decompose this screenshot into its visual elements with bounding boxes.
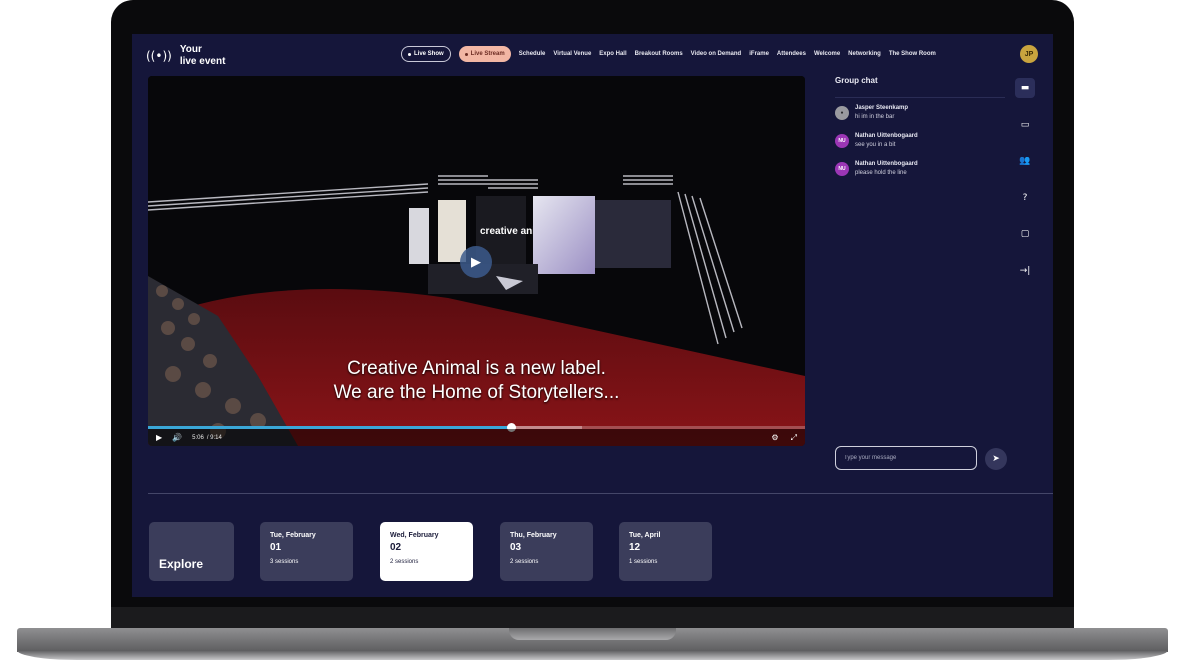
day-card[interactable]: Tue, February 01 3 sessions: [260, 522, 353, 581]
nav-breakout-rooms[interactable]: Breakout Rooms: [635, 51, 683, 57]
fullscreen-icon[interactable]: ⤢: [791, 433, 797, 443]
nav-iframe[interactable]: iFrame: [749, 51, 769, 57]
nav-pill-live-stream[interactable]: Live Stream: [458, 46, 511, 62]
user-avatar[interactable]: JP: [1020, 45, 1038, 63]
brand-logo[interactable]: ((•)) Your live event: [146, 44, 225, 68]
nav-welcome[interactable]: Welcome: [814, 51, 840, 57]
broadcast-icon: ((•)): [146, 49, 172, 63]
day-label: Thu, February: [510, 532, 557, 539]
chat-title: Group chat: [835, 76, 878, 85]
day-number: 03: [510, 542, 522, 553]
message-text: see you in a bit: [855, 142, 896, 148]
nav-virtual-venue[interactable]: Virtual Venue: [553, 51, 591, 57]
live-dot-icon: [464, 52, 468, 56]
day-label: Wed, February: [390, 532, 439, 539]
laptop-notch: [509, 628, 676, 640]
messages-icon[interactable]: ▭: [1015, 115, 1035, 135]
day-number: 02: [390, 542, 402, 553]
day-card[interactable]: Thu, February 03 2 sessions: [500, 522, 593, 581]
volume-icon[interactable]: 🔊: [172, 433, 182, 442]
play-icon: ▶: [471, 254, 481, 270]
video-player[interactable]: creative animal. ▶ Creative Animal is a …: [148, 76, 805, 446]
nav-video-on-demand[interactable]: Video on Demand: [691, 51, 742, 57]
subtitle-line-2: We are the Home of Storytellers...: [333, 382, 620, 403]
brand-line-1: Your: [179, 44, 202, 55]
nav-schedule[interactable]: Schedule: [519, 51, 546, 57]
message-author: Nathan Uittenbogaard: [855, 133, 918, 139]
chat-message: NU Nathan Uittenbogaard please hold the …: [835, 161, 918, 176]
nav-expo-hall[interactable]: Expo Hall: [599, 51, 626, 57]
live-dot-icon: [408, 52, 411, 56]
day-number: 01: [270, 542, 282, 553]
app-screen: ((•)) Your live event Live Show Live Str…: [132, 34, 1053, 597]
section-divider: [148, 493, 1053, 494]
settings-gear-icon[interactable]: ⚙: [771, 433, 778, 443]
calendar-icon[interactable]: ▢: [1015, 224, 1035, 244]
play-icon[interactable]: ▶: [156, 433, 162, 442]
chat-message-input[interactable]: [835, 446, 977, 470]
avatar: NU: [835, 134, 849, 148]
nav-the-show-room[interactable]: The Show Room: [889, 51, 936, 57]
nav-attendees[interactable]: Attendees: [777, 51, 806, 57]
explore-button[interactable]: Explore: [149, 522, 234, 581]
chat-message: ● Jasper Steenkamp hi im in the bar: [835, 105, 908, 120]
brand-line-2: live event: [179, 56, 226, 67]
avatar: NU: [835, 162, 849, 176]
day-sessions: 3 sessions: [270, 559, 299, 565]
collapse-icon[interactable]: →|: [1015, 261, 1035, 281]
nav-pill-label: Live Stream: [470, 51, 505, 57]
message-author: Jasper Steenkamp: [855, 105, 909, 111]
help-icon[interactable]: ?: [1015, 188, 1035, 208]
day-label: Tue, February: [270, 532, 316, 539]
chat-icon[interactable]: ▬: [1015, 78, 1035, 98]
day-card[interactable]: Tue, April 12 1 sessions: [619, 522, 712, 581]
nav-pill-label: Live Show: [414, 51, 444, 57]
day-sessions: 1 sessions: [629, 559, 658, 565]
chat-divider: [835, 97, 1005, 98]
day-sessions: 2 sessions: [390, 559, 419, 565]
top-nav: Live Show Live Stream Schedule Virtual V…: [401, 46, 936, 62]
laptop-chin: [111, 607, 1074, 628]
nav-networking[interactable]: Networking: [848, 51, 881, 57]
duration: / 9:14: [206, 434, 222, 441]
day-card-selected[interactable]: Wed, February 02 2 sessions: [380, 522, 473, 581]
message-text: please hold the line: [855, 170, 907, 176]
message-author: Nathan Uittenbogaard: [855, 161, 918, 167]
brand-name: Your live event: [180, 44, 226, 68]
chat-message: NU Nathan Uittenbogaard see you in a bit: [835, 133, 918, 148]
current-time: 5:06: [192, 434, 204, 441]
play-overlay-button[interactable]: ▶: [460, 246, 492, 278]
subtitle-line-1: Creative Animal is a new label.: [347, 358, 606, 379]
day-label: Tue, April: [629, 532, 661, 539]
people-icon[interactable]: 👥: [1015, 151, 1035, 171]
send-icon: ➤: [992, 454, 1000, 464]
message-text: hi im in the bar: [855, 114, 895, 120]
video-controls: ▶ 🔊 5:06 / 9:14 ⚙ ⤢: [148, 429, 805, 446]
nav-pill-live-show[interactable]: Live Show: [401, 46, 451, 62]
laptop-base-edge: [17, 650, 1168, 660]
day-sessions: 2 sessions: [510, 559, 539, 565]
day-number: 12: [629, 542, 641, 553]
avatar: ●: [835, 106, 849, 120]
send-button[interactable]: ➤: [985, 448, 1007, 470]
